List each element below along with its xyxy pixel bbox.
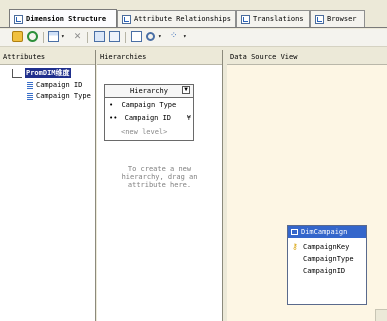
attribute-label: Campaign ID — [36, 81, 83, 89]
table-column[interactable]: CampaignID — [303, 267, 345, 275]
arrange-dropdown-arrow-icon[interactable]: ▾ — [183, 31, 189, 42]
refresh-icon[interactable] — [27, 31, 38, 42]
dimension-node[interactable]: PromDIM维度 — [12, 68, 71, 78]
toolbar-separator — [125, 32, 126, 43]
hierarchies-pane-title: Hierarchies — [97, 50, 222, 65]
toolbar-separator — [43, 32, 44, 43]
tab-divider — [0, 27, 387, 28]
new-level-placeholder[interactable]: <new level> — [121, 128, 167, 136]
attribute-item[interactable]: Campaign Type — [27, 91, 91, 101]
table-column[interactable]: CampaignKey — [303, 243, 349, 251]
attributes-pane-title: Attributes — [0, 50, 95, 65]
hierarchy-hint: To create a new hierarchy, drag an attri… — [97, 165, 222, 189]
hierarchies-pane: Hierarchies Hierarchy ▼ • Campaign Type … — [97, 50, 223, 321]
layout-icon[interactable] — [48, 31, 59, 42]
hierarchy-level[interactable]: •• Campaign ID ¥ — [109, 114, 191, 122]
tab-label: Attribute Relationships — [134, 15, 231, 23]
hierarchy-level[interactable]: • Campaign Type — [109, 101, 176, 109]
dimension-name: PromDIM维度 — [25, 68, 71, 78]
arrange-icon[interactable]: ⁘ — [170, 31, 181, 42]
show-table-icon[interactable] — [94, 31, 105, 42]
data-source-view-pane: Data Source View DimCampaign ⚷ CampaignK… — [227, 50, 387, 321]
tab-attribute-relationships[interactable]: Attribute Relationships — [117, 10, 236, 27]
tab-browser[interactable]: Browser — [310, 10, 365, 27]
attribute-item[interactable]: Campaign ID — [27, 80, 82, 90]
designer-toolbar: ▾ ✕ ▾ ⁘ ▾ — [0, 29, 387, 47]
attribute-icon — [27, 92, 33, 100]
hint-line: To create a new — [127, 165, 192, 173]
dropdown-arrow-icon[interactable]: ▾ — [61, 31, 67, 42]
attribute-relationships-icon — [122, 14, 131, 24]
hierarchy-box[interactable]: Hierarchy ▼ • Campaign Type •• Campaign … — [104, 84, 194, 141]
level-label: Campaign ID — [124, 114, 172, 122]
designer-tab-strip: Dimension Structure Attribute Relationsh… — [0, 0, 387, 29]
attribute-icon — [27, 81, 33, 89]
collapse-icon[interactable]: ▼ — [182, 86, 190, 94]
delete-icon[interactable]: ✕ — [72, 30, 83, 42]
table-column[interactable]: CampaignType — [303, 255, 354, 263]
key-icon: ⚷ — [292, 242, 298, 251]
zoom-icon[interactable] — [146, 32, 155, 41]
tab-label: Dimension Structure — [26, 15, 107, 23]
browser-icon — [315, 14, 324, 24]
hierarchy-title-bar[interactable]: Hierarchy ▼ — [105, 85, 193, 98]
process-icon[interactable] — [12, 31, 23, 42]
hint-line: attribute here. — [127, 181, 192, 189]
hierarchy-name: Hierarchy — [130, 87, 168, 95]
dsv-table[interactable]: DimCampaign ⚷ CampaignKey CampaignType C… — [287, 225, 367, 305]
arrange-tables-icon[interactable] — [131, 31, 142, 42]
dimension-icon — [12, 68, 22, 78]
dimension-structure-icon — [14, 14, 23, 24]
scrollbar-corner — [375, 309, 387, 321]
attribute-label: Campaign Type — [36, 92, 91, 100]
dsv-table-title-bar[interactable]: DimCampaign — [288, 226, 366, 238]
double-chevron-down-icon: ¥ — [186, 114, 191, 122]
zoom-dropdown-arrow-icon[interactable]: ▾ — [158, 31, 164, 42]
tab-dimension-structure[interactable]: Dimension Structure — [9, 9, 117, 28]
level-label: Campaign Type — [121, 101, 177, 109]
toolbar-separator — [87, 32, 88, 43]
dsv-pane-title: Data Source View — [227, 50, 387, 65]
tab-label: Translations — [253, 15, 304, 23]
level-bullet-icon: • — [109, 101, 114, 109]
table-icon — [291, 229, 298, 235]
level-bullets-icon: •• — [109, 114, 118, 122]
attributes-pane: Attributes PromDIM维度 Campaign ID Campaig… — [0, 50, 96, 321]
hint-line: hierarchy, drag an — [121, 173, 198, 181]
tab-translations[interactable]: Translations — [236, 10, 310, 27]
hide-table-icon[interactable] — [109, 31, 120, 42]
translations-icon — [241, 14, 250, 24]
table-name: DimCampaign — [301, 228, 348, 236]
tab-label: Browser — [327, 15, 357, 23]
